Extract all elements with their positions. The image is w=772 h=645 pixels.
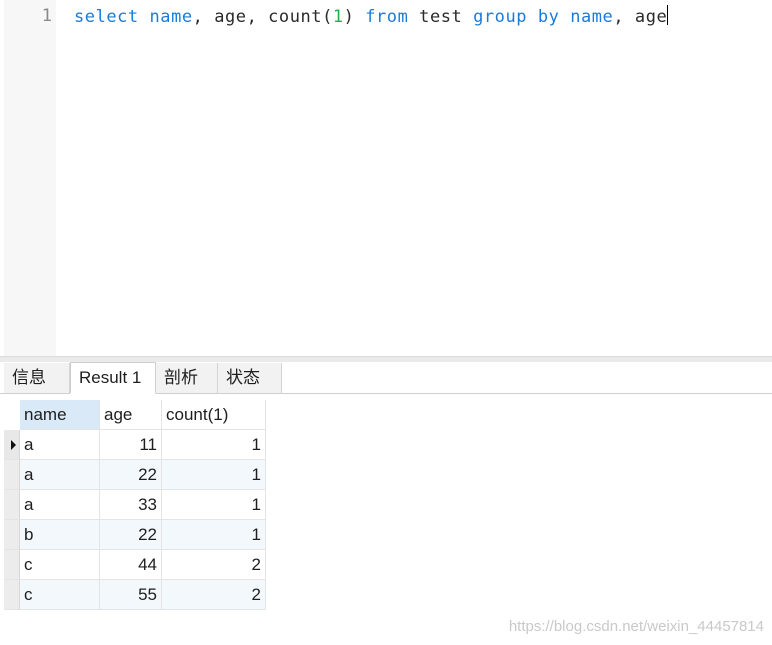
column-header-age[interactable]: age (100, 400, 162, 430)
cell-name[interactable]: a (20, 460, 100, 490)
row-indicator[interactable] (4, 490, 20, 520)
code-token: from (365, 7, 409, 27)
cell-name[interactable]: b (20, 520, 100, 550)
line-number: 1 (41, 6, 52, 26)
cell-age[interactable]: 11 (100, 430, 162, 460)
code-token: 1 (332, 7, 344, 27)
tab-status[interactable]: 状态 (218, 363, 282, 393)
cell-age[interactable]: 33 (100, 490, 162, 520)
sql-editor[interactable]: 1 select name, age, count(1) from test g… (0, 0, 772, 356)
cell-count[interactable]: 1 (162, 430, 266, 460)
cell-name[interactable]: a (20, 490, 100, 520)
code-token: group (473, 7, 528, 27)
tab-info[interactable]: 信息 (4, 363, 70, 393)
code-token: test (408, 7, 474, 27)
code-token: ) (343, 7, 366, 27)
cell-name[interactable]: a (20, 430, 100, 460)
cell-count[interactable]: 1 (162, 460, 266, 490)
code-token: name (570, 7, 614, 27)
result-tab-bar: 信息 Result 1 剖析 状态 (0, 362, 772, 394)
code-token: , age (613, 7, 668, 27)
row-indicator[interactable] (4, 550, 20, 580)
cell-count[interactable]: 2 (162, 550, 266, 580)
current-row-arrow-icon (11, 440, 16, 450)
row-indicator[interactable] (4, 430, 20, 460)
code-line[interactable]: select name, age, count(1) from test gro… (74, 5, 669, 28)
cell-count[interactable]: 1 (162, 520, 266, 550)
tab-result-1[interactable]: Result 1 (70, 362, 156, 394)
tab-profile[interactable]: 剖析 (156, 363, 218, 393)
text-caret (667, 5, 669, 25)
row-indicator[interactable] (4, 460, 20, 490)
code-token: , age, count( (192, 7, 333, 27)
cell-name[interactable]: c (20, 580, 100, 610)
row-indicator[interactable] (4, 580, 20, 610)
header-corner (4, 400, 20, 430)
cell-age[interactable]: 55 (100, 580, 162, 610)
line-number-gutter: 1 (4, 0, 56, 356)
cell-name[interactable]: c (20, 550, 100, 580)
code-token: select (74, 7, 139, 27)
cell-age[interactable]: 22 (100, 520, 162, 550)
cell-age[interactable]: 44 (100, 550, 162, 580)
column-header-count[interactable]: count(1) (162, 400, 266, 430)
cell-count[interactable]: 1 (162, 490, 266, 520)
watermark: https://blog.csdn.net/weixin_44457814 (508, 618, 764, 635)
cell-count[interactable]: 2 (162, 580, 266, 610)
code-token: name (149, 7, 193, 27)
row-indicator[interactable] (4, 520, 20, 550)
code-token: by (537, 7, 560, 27)
column-header-name[interactable]: name (20, 400, 100, 430)
cell-age[interactable]: 22 (100, 460, 162, 490)
